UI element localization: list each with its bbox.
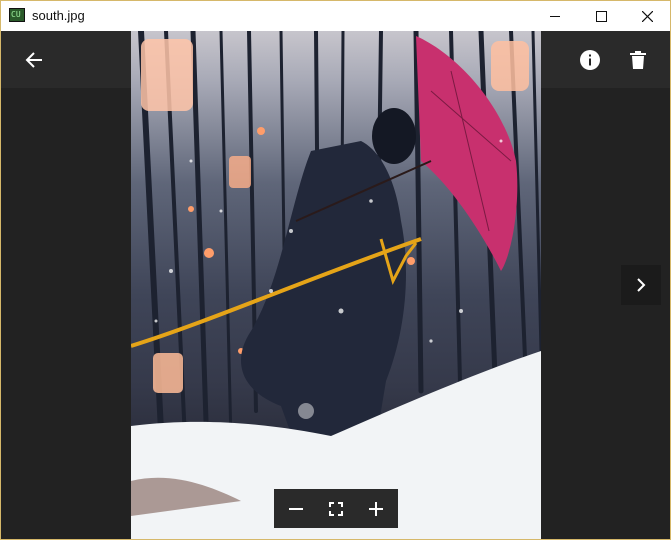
minimize-button[interactable]	[532, 1, 578, 31]
app-icon: CU	[9, 8, 25, 22]
zoom-controls	[274, 489, 398, 528]
zoom-out-button[interactable]	[276, 489, 316, 528]
photo-illustration	[131, 31, 541, 539]
viewer-area	[1, 31, 670, 539]
plus-icon	[369, 501, 383, 516]
close-button[interactable]	[624, 1, 670, 31]
maximize-button[interactable]	[578, 1, 624, 31]
minus-icon	[289, 507, 303, 510]
info-icon	[580, 50, 600, 70]
app-icon-text: CU	[11, 10, 21, 19]
next-image-button[interactable]	[621, 265, 661, 305]
window-title: south.jpg	[32, 8, 85, 23]
image-display	[131, 31, 541, 539]
chevron-right-icon	[637, 278, 646, 292]
trash-icon	[630, 51, 646, 69]
zoom-in-button[interactable]	[356, 489, 396, 528]
app-window: CU south.jpg	[0, 0, 671, 540]
close-icon	[641, 10, 653, 22]
arrow-left-icon	[25, 52, 42, 68]
fit-to-screen-button[interactable]	[316, 489, 356, 528]
maximize-icon	[595, 10, 607, 22]
title-bar[interactable]: CU south.jpg	[1, 1, 670, 31]
back-button[interactable]	[14, 40, 54, 80]
delete-button[interactable]	[618, 40, 658, 80]
info-button[interactable]	[570, 40, 610, 80]
minimize-icon	[550, 15, 560, 17]
fullscreen-icon	[329, 501, 343, 516]
